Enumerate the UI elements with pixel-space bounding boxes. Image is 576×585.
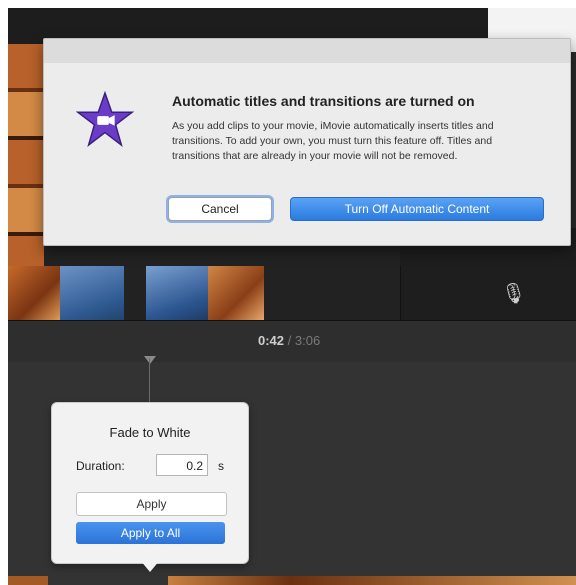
timeline-clip[interactable] [168,576,576,585]
cancel-button[interactable]: Cancel [168,197,272,221]
clip-thumbnail[interactable] [60,266,124,320]
playback-time-bar: 0:42 / 3:06 [8,320,576,363]
clip-thumbnail[interactable] [146,266,208,320]
sheet-header [44,39,570,63]
total-time: 3:06 [294,333,321,348]
transition-popover: Fade to White Duration: 0.2 s Apply Appl… [51,402,249,564]
automatic-content-dialog: Automatic titles and transitions are tur… [43,38,571,246]
microphone-icon[interactable]: 🎙 [501,281,526,306]
voiceover-area: 🎙 [400,266,576,320]
popover-arrow [140,560,160,572]
duration-unit: s [218,459,224,473]
apply-to-all-button[interactable]: Apply to All [76,522,225,544]
playback-time: 0:42 / 3:06 [258,333,320,348]
clip-thumbnail[interactable] [8,266,60,320]
apply-button[interactable]: Apply [76,492,227,516]
popover-title: Fade to White [109,425,191,440]
imovie-star-icon [76,91,134,148]
filmstrip-clips[interactable] [8,44,44,268]
duration-label: Duration: [76,459,125,473]
dialog-message: As you add clips to your movie, iMovie a… [172,120,494,162]
duration-input[interactable]: 0.2 [156,454,208,476]
timeline-clip[interactable] [8,576,48,585]
turn-off-automatic-content-button[interactable]: Turn Off Automatic Content [290,197,544,221]
playhead-handle[interactable] [144,356,156,364]
time-separator: / [284,333,295,348]
current-time: 0:42 [258,333,285,348]
dialog-title: Automatic titles and transitions are tur… [172,93,475,109]
clip-thumbnail[interactable] [208,266,264,320]
